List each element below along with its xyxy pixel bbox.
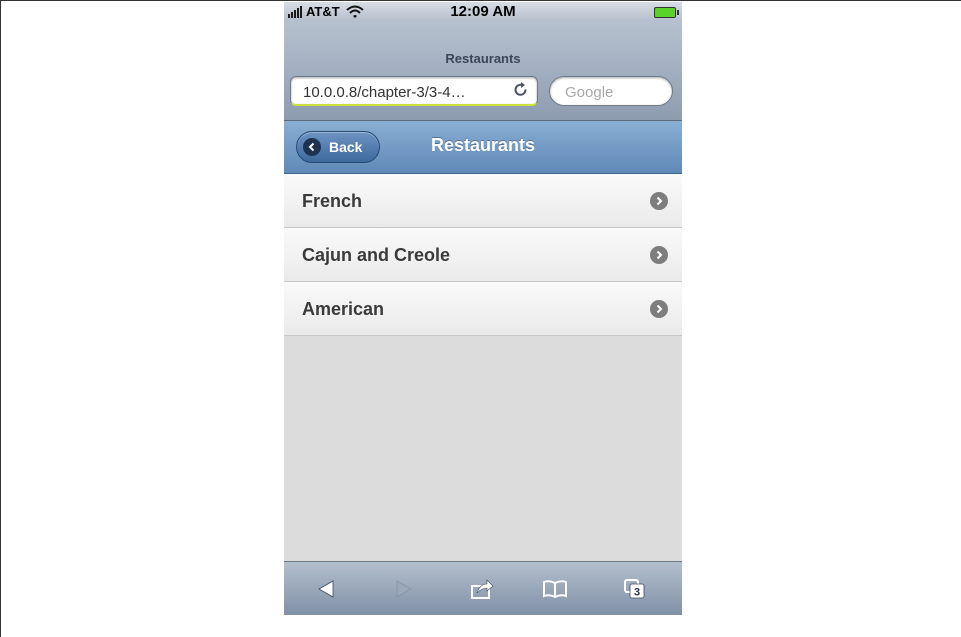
frame-border-left — [0, 0, 1, 637]
search-field[interactable]: Google — [549, 76, 673, 106]
status-bar: AT&T 12:09 AM — [284, 2, 682, 22]
url-field[interactable]: 10.0.0.8/chapter-3/3-4… — [290, 76, 538, 106]
chevron-right-icon — [650, 300, 668, 318]
tabs-count: 3 — [634, 587, 640, 599]
app-toolbar: Back Restaurants — [284, 121, 682, 174]
reload-icon[interactable] — [513, 82, 529, 98]
forward-arrow-icon[interactable] — [388, 576, 418, 602]
list-item-label: American — [302, 299, 385, 319]
list-item-american[interactable]: American — [284, 282, 682, 336]
restaurant-list: French Cajun and Creole American — [284, 174, 682, 336]
page-title: Restaurants — [445, 51, 521, 66]
browser-bottom-toolbar: 3 — [284, 561, 682, 615]
bookmarks-icon[interactable] — [540, 576, 570, 602]
frame-border-top — [0, 0, 961, 1]
phone-screen: AT&T 12:09 AM Restaurants 10.0.0.8/chapt… — [284, 2, 682, 615]
list-item-cajun-and-creole[interactable]: Cajun and Creole — [284, 228, 682, 282]
chevron-right-icon — [650, 246, 668, 264]
list-item-french[interactable]: French — [284, 174, 682, 228]
share-icon[interactable] — [467, 576, 497, 602]
tabs-icon[interactable]: 3 — [620, 576, 650, 602]
battery-icon — [654, 7, 679, 18]
status-time: 12:09 AM — [450, 3, 516, 20]
url-text: 10.0.0.8/chapter-3/3-4… — [303, 84, 466, 101]
back-arrow-icon[interactable] — [312, 576, 342, 602]
browser-chrome: Restaurants 10.0.0.8/chapter-3/3-4… Goog… — [284, 22, 682, 121]
list-item-label: Cajun and Creole — [302, 245, 451, 265]
toolbar-title: Restaurants — [430, 135, 536, 155]
list-item-label: French — [302, 191, 363, 211]
chevron-right-icon — [650, 192, 668, 210]
search-placeholder: Google — [565, 84, 614, 101]
